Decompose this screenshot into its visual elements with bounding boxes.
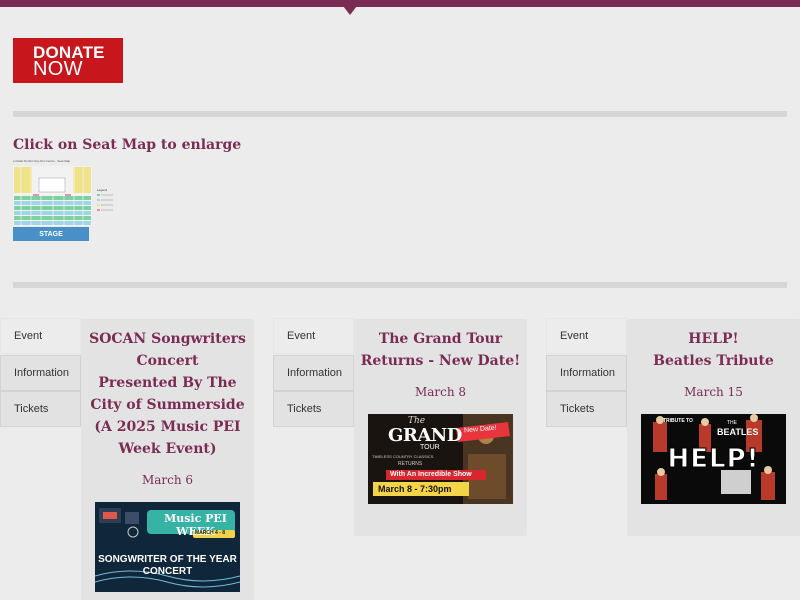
poster-show: With An Incredible Show [390,471,472,478]
event-date: March 8 [414,385,467,399]
event-date: March 15 [684,385,743,399]
poster-kicker: TRIBUTE TO [663,418,693,424]
event-card-grand-tour[interactable]: The Grand Tour Returns - New Date! March… [354,319,527,536]
event-card-socan[interactable]: SOCAN Songwriters Concert Presented By T… [81,319,254,600]
seat-map-heading: Click on Seat Map to enlarge [13,137,242,153]
event-3-tabs: Event Information Tickets [546,318,627,428]
event-title[interactable]: The Grand Tour Returns - New Date! [354,328,527,372]
tab-information[interactable]: Information [546,354,627,391]
tab-event[interactable]: Event [0,318,81,354]
tab-event[interactable]: Event [546,318,627,354]
tab-tickets[interactable]: Tickets [273,391,354,427]
poster-time: March 8 - 7:30pm [378,484,452,494]
section-divider [13,282,787,288]
event-poster-grand-tour[interactable]: The GRAND TOUR TIMELESS COUNTRY CLASSICS… [368,414,513,504]
event-card-help[interactable]: HELP! Beatles Tribute March 15 TRIBUTE T… [627,319,800,536]
event-date: March 6 [141,473,194,487]
poster-dates: MARCH 4 - 8 [195,530,226,536]
seat-map-title: e Dollar Performing Arts Centre - Seat M… [13,159,71,163]
tab-tickets[interactable]: Tickets [0,391,81,427]
poster-tagline: TIMELESS COUNTRY CLASSICS [372,454,434,459]
poster-brand-2: TOUR [420,444,440,451]
event-poster-socan[interactable]: Music PEI WEEK MARCH 4 - 8 SONGWRITER OF… [95,502,240,592]
poster-kicker-2: THE [727,420,737,426]
event-title[interactable]: HELP! Beatles Tribute [627,328,800,372]
active-nav-indicator [343,6,357,15]
tab-tickets[interactable]: Tickets [546,391,627,427]
donate-now-label: NOW [33,57,83,80]
seat-map-stage: STAGE [13,227,89,241]
donate-now-button[interactable]: DONATE NOW [13,38,123,83]
event-2-tabs: Event Information Tickets [273,318,354,428]
poster-subline: CONCERT [142,566,193,577]
tab-information[interactable]: Information [0,354,81,391]
poster-headline: SONGWRITER OF THE YEAR [98,554,237,565]
event-poster-help[interactable]: TRIBUTE TO THE BEATLES HELP! [641,414,786,504]
seat-map-legend-swatches [97,194,113,211]
event-1-tabs: Event Information Tickets [0,318,81,428]
seat-map-legend: Legend [97,188,117,216]
tab-information[interactable]: Information [273,354,354,391]
poster-headline: HELP! [667,444,760,475]
section-divider [13,111,787,117]
poster-returns: RETURNS [398,461,423,467]
seat-map-grid [13,166,92,226]
event-title[interactable]: SOCAN Songwriters Concert Presented By T… [81,328,254,460]
tab-event[interactable]: Event [273,318,354,354]
top-nav-bar [0,0,800,7]
poster-brand: GRAND [388,425,462,446]
poster-band: BEATLES [717,427,759,437]
seat-map-thumbnail[interactable]: e Dollar Performing Arts Centre - Seat M… [13,159,118,243]
